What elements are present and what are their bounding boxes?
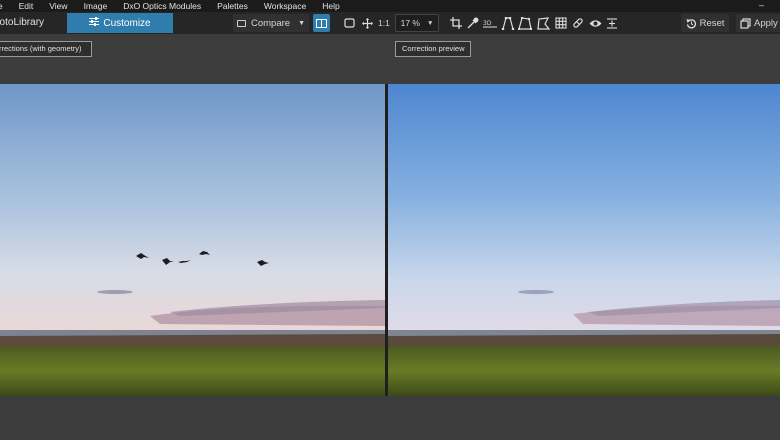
correction-preview-label: Correction preview	[395, 41, 471, 57]
menu-image[interactable]: Image	[76, 0, 116, 12]
compare-button[interactable]: Compare ▼	[233, 14, 309, 32]
tab-photolibrary[interactable]: hotoLibrary	[0, 13, 66, 33]
menu-view[interactable]: View	[41, 0, 75, 12]
window-minimize-button[interactable]: –	[759, 0, 764, 10]
reset-icon	[686, 18, 696, 28]
landscape-photo-preview	[388, 84, 780, 396]
horizon-icon[interactable]: 3D	[483, 16, 497, 30]
repair-icon[interactable]	[571, 16, 585, 30]
grid-icon[interactable]	[554, 16, 568, 30]
menu-bar: le Edit View Image DxO Optics Modules Pa…	[0, 0, 780, 12]
zoom-value: 17 %	[400, 18, 420, 28]
corrected-image-pane[interactable]	[0, 84, 385, 396]
tab-customize-label: Customize	[103, 18, 151, 29]
toolbar: hotoLibrary Customize Compare ▼ 1:1 17 %…	[0, 12, 780, 34]
chevron-down-icon: ▼	[426, 19, 434, 27]
mask-icon[interactable]	[605, 16, 619, 30]
menu-edit[interactable]: Edit	[11, 0, 42, 12]
chevron-down-icon[interactable]: ▼	[298, 20, 305, 27]
crop-icon[interactable]	[449, 16, 463, 30]
split-view-icon	[316, 18, 327, 28]
apply-icon	[740, 17, 751, 29]
correction-preview-pane[interactable]	[388, 84, 780, 396]
white-balance-picker-icon[interactable]	[466, 16, 480, 30]
move-icon[interactable]	[360, 16, 374, 30]
reset-label: Reset	[699, 17, 725, 29]
apply-button[interactable]: Apply	[736, 14, 780, 32]
menu-help[interactable]: Help	[314, 0, 347, 12]
red-eye-icon[interactable]	[588, 16, 602, 30]
perspective-icon[interactable]	[518, 16, 532, 30]
apply-label: Apply	[754, 17, 778, 29]
menu-file[interactable]: le	[0, 0, 11, 12]
menu-palettes[interactable]: Palettes	[209, 0, 256, 12]
menu-dxo-optics-modules[interactable]: DxO Optics Modules	[115, 0, 209, 12]
split-view-button[interactable]	[313, 14, 330, 32]
corrected-view-label: rrections (with geometry)	[0, 41, 92, 57]
compare-label: Compare	[250, 17, 291, 29]
compare-icon	[236, 19, 246, 27]
polygon-perspective-icon[interactable]	[536, 16, 550, 30]
tab-customize[interactable]: Customize	[67, 13, 173, 33]
fit-to-screen-icon[interactable]	[342, 16, 356, 30]
menu-workspace[interactable]: Workspace	[256, 0, 314, 12]
sliders-icon	[89, 13, 100, 33]
zoom-100-button[interactable]: 1:1	[377, 14, 391, 32]
zoom-select[interactable]: 17 % ▼	[395, 14, 439, 32]
svg-text:3D: 3D	[483, 20, 492, 27]
landscape-photo-with-geese	[0, 84, 385, 396]
volume-deformation-icon[interactable]	[501, 16, 515, 30]
reset-button[interactable]: Reset	[681, 14, 729, 32]
